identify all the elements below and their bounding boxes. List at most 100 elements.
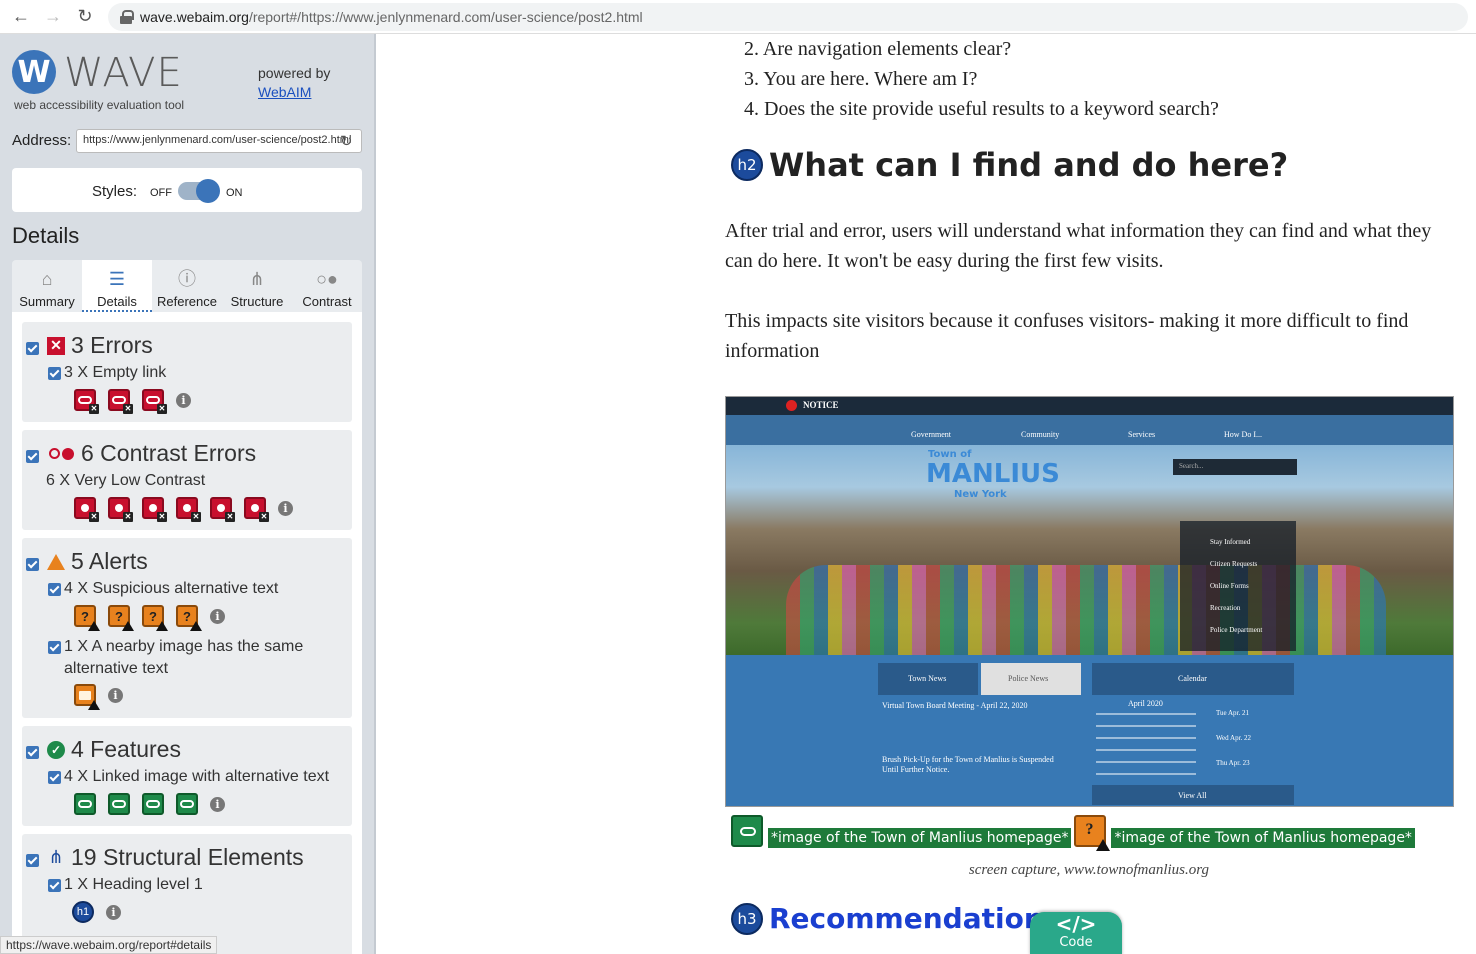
linked-image-checkbox[interactable] <box>48 771 61 784</box>
status-bar-url: https://wave.webaim.org/report#details <box>0 936 218 954</box>
figure-nav-item: Government <box>911 430 951 439</box>
tab-label: Structure <box>230 294 284 309</box>
section-heading-row: h2 What can I find and do here? <box>731 146 1288 184</box>
figure-tab: Calendar <box>1092 663 1294 695</box>
tab-structure[interactable]: ⋔ Structure <box>222 260 292 312</box>
structure-heading: ⋔ 19 Structural Elements <box>26 844 304 871</box>
empty-link-checkbox[interactable] <box>48 367 61 380</box>
heading-level-1-item: 1 X Heading level 1 <box>48 874 203 896</box>
contrast-section: 6 Contrast Errors 6 X Very Low Contrast … <box>22 430 352 530</box>
suspicious-alt-alert-icon[interactable]: ? <box>1074 815 1111 851</box>
features-section: ✓ 4 Features 4 X Linked image with alter… <box>22 726 352 826</box>
low-contrast-icon[interactable]: ✕ <box>244 497 269 522</box>
page-viewport: 2. Are navigation elements clear? 3. You… <box>378 34 1476 954</box>
tab-summary[interactable]: ⌂ Summary <box>12 260 82 312</box>
heading-h1-icon[interactable]: h1 <box>72 901 94 923</box>
h2-badge-icon[interactable]: h2 <box>731 149 763 181</box>
contrast-icons: ✕ ✕ ✕ ✕ ✕ ✕ i <box>74 497 293 522</box>
info-icon[interactable]: i <box>210 608 225 624</box>
figure-news-title: Virtual Town Board Meeting - April 22, 2… <box>882 701 1028 710</box>
low-contrast-icon[interactable]: ✕ <box>210 497 235 522</box>
styles-toggle[interactable] <box>178 179 220 203</box>
code-button[interactable]: </> Code <box>1030 912 1122 954</box>
low-contrast-icon[interactable]: ✕ <box>176 497 201 522</box>
errors-checkbox[interactable] <box>26 342 39 355</box>
empty-link-icon[interactable]: ✕ <box>108 389 133 414</box>
info-icon[interactable]: i <box>176 392 191 408</box>
list-item: 2. Are navigation elements clear? <box>744 38 1012 60</box>
low-contrast-item: 6 X Very Low Contrast <box>46 470 205 492</box>
back-arrow-icon[interactable]: ← <box>10 6 32 28</box>
figure-news-title: Brush Pick-Up for the Town of Manlius is… <box>882 755 1054 774</box>
figure-quick-link: Recreation <box>1210 604 1241 612</box>
same-alt-image-icon[interactable] <box>74 684 100 710</box>
linked-image-icon[interactable] <box>142 793 164 815</box>
empty-link-icon[interactable]: ✕ <box>142 389 167 414</box>
empty-link-icon[interactable]: ✕ <box>74 389 99 414</box>
styles-toggle-box: Styles: OFF ON <box>12 168 362 212</box>
figure-events: Tue Apr. 21 Wed Apr. 22 Thu Apr. 23 <box>1216 701 1251 776</box>
alt-text-label: *image of the Town of Manlius homepage* <box>768 828 1072 848</box>
figure-event: Wed Apr. 22 <box>1216 734 1252 742</box>
refresh-report-icon[interactable]: ↻ <box>340 132 353 150</box>
alt-text-row: *image of the Town of Manlius homepage* … <box>731 814 1418 851</box>
contrast-checkbox[interactable] <box>26 450 39 463</box>
figure-tab-label: Town News <box>908 674 947 683</box>
tab-reference[interactable]: ⓘ Reference <box>152 260 222 312</box>
heading-icons: h1 i <box>72 901 121 923</box>
linked-image-icon[interactable] <box>108 793 130 815</box>
figure-view-all-label: View All <box>1178 791 1207 800</box>
tab-details[interactable]: ☰ Details <box>82 260 152 312</box>
info-icon[interactable]: i <box>108 687 123 703</box>
info-icon[interactable]: i <box>106 904 121 920</box>
linked-image-icon[interactable] <box>176 793 198 815</box>
figure-tab-label: Calendar <box>1178 674 1207 683</box>
suspicious-alt-label: 4 X Suspicious alternative text <box>64 580 279 597</box>
details-heading: Details <box>12 223 80 248</box>
recommendation-heading-row: h3 Recommendation <box>731 902 1044 935</box>
forward-arrow-icon[interactable]: → <box>42 6 64 28</box>
address-bar[interactable]: wave.webaim.org/report#/https://www.jenl… <box>108 3 1468 31</box>
figure-logo: MANLIUS <box>926 459 1060 489</box>
same-alt-checkbox[interactable] <box>48 641 61 654</box>
address-input[interactable]: https://www.jenlynmenard.com/user-scienc… <box>76 129 362 153</box>
figure-nav-item: How Do I... <box>1224 430 1262 439</box>
low-contrast-icon[interactable]: ✕ <box>74 497 99 522</box>
h3-badge-icon[interactable]: h3 <box>731 902 763 935</box>
manlius-screenshot-image[interactable]: NOTICE Government Community Services How… <box>725 396 1454 807</box>
suspicious-alt-icon[interactable]: ? <box>108 605 134 631</box>
info-icon[interactable]: i <box>278 500 293 516</box>
figure-view-all: View All <box>1092 785 1294 805</box>
linked-image-icon[interactable] <box>74 793 96 815</box>
figure-nav: Government Community Services How Do I..… <box>726 415 1453 445</box>
figure-event: Tue Apr. 21 <box>1216 709 1250 717</box>
suspicious-alt-icon[interactable]: ? <box>142 605 168 631</box>
figure-quick-links: Stay Informed Citizen Requests Online Fo… <box>1180 521 1296 651</box>
alerts-checkbox[interactable] <box>26 558 39 571</box>
empty-link-label: 3 X Empty link <box>64 364 167 381</box>
linked-image-feature-icon[interactable] <box>731 815 763 847</box>
figure-tab: Police News <box>981 663 1081 695</box>
list-item: 4. Does the site provide useful results … <box>744 98 1219 120</box>
url-host: wave.webaim.org <box>140 9 249 25</box>
reload-icon[interactable]: ↻ <box>74 6 96 28</box>
browser-toolbar: ← → ↻ wave.webaim.org/report#/https://ww… <box>0 0 1476 34</box>
address-label: Address: <box>12 132 72 149</box>
tab-contrast[interactable]: ○● Contrast <box>292 260 362 312</box>
features-checkbox[interactable] <box>26 746 39 759</box>
contrast-icon: ○● <box>316 269 338 289</box>
structure-title: 19 Structural Elements <box>71 844 304 870</box>
webaim-link[interactable]: WebAIM <box>258 84 311 100</box>
low-contrast-icon[interactable]: ✕ <box>108 497 133 522</box>
suspicious-alt-icon[interactable]: ? <box>74 605 100 631</box>
suspicious-alt-icon[interactable]: ? <box>176 605 202 631</box>
suspicious-alt-checkbox[interactable] <box>48 583 61 596</box>
figure-nav-item: Community <box>1021 430 1060 439</box>
low-contrast-icon[interactable]: ✕ <box>142 497 167 522</box>
figure-calendar-month: April 2020 <box>1128 699 1163 708</box>
lock-icon <box>120 10 134 24</box>
tab-label: Contrast <box>302 294 352 309</box>
structure-checkbox[interactable] <box>26 854 39 867</box>
heading-level-1-checkbox[interactable] <box>48 879 61 892</box>
info-icon[interactable]: i <box>210 796 225 812</box>
